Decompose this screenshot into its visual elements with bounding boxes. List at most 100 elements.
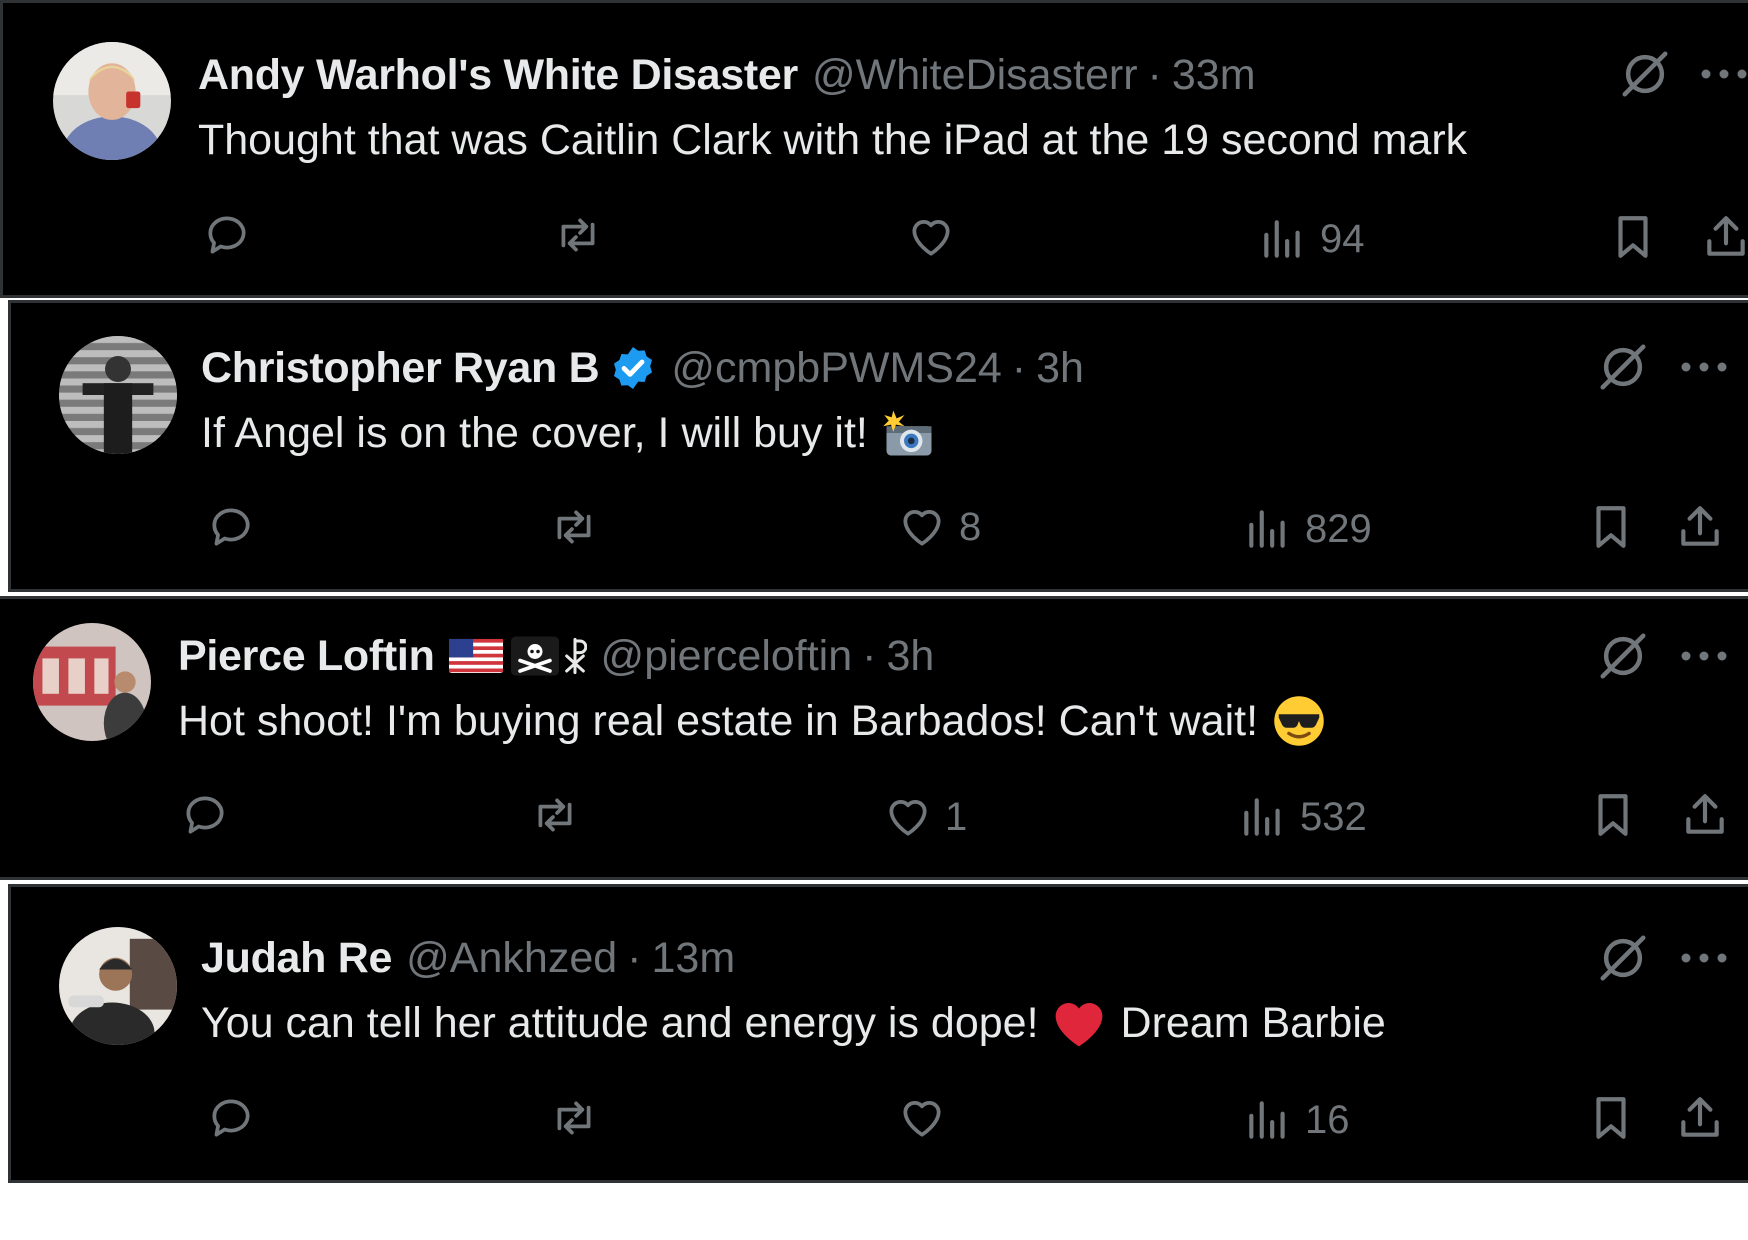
- retweet-button[interactable]: [549, 500, 611, 554]
- heart-outline-icon: [912, 220, 950, 256]
- like-button[interactable]: 8: [897, 500, 981, 554]
- heart-outline-icon: [889, 800, 927, 836]
- avatar[interactable]: [33, 623, 151, 741]
- speech-bubble-icon: [186, 796, 224, 834]
- retweet-button[interactable]: [549, 1091, 611, 1145]
- retweet-arrows-icon: [538, 798, 572, 832]
- verified-badge-icon[interactable]: [609, 344, 657, 392]
- reply-button[interactable]: [180, 788, 242, 842]
- separator-dot: ·: [1147, 51, 1162, 99]
- avatar[interactable]: [59, 336, 177, 454]
- retweet-button[interactable]: [553, 208, 615, 262]
- speech-bubble-icon: [212, 508, 250, 546]
- retweet-arrows-icon: [557, 1101, 591, 1135]
- avatar-photo: [59, 927, 177, 1045]
- avatar-photo: [53, 42, 171, 160]
- user-handle[interactable]: @cmpbPWMS24: [671, 341, 1001, 395]
- timestamp[interactable]: 3h: [886, 629, 934, 683]
- timestamp[interactable]: 33m: [1172, 48, 1256, 102]
- heart-outline-icon: [903, 510, 941, 546]
- tweet-header: Pierce Loftin @pierceloftin · 3h: [178, 629, 934, 683]
- tweet-header: Christopher Ryan B @cmpbPWMS24 · 3h: [201, 341, 1084, 395]
- separator-dot: ·: [862, 632, 877, 680]
- tweet-text: Thought that was Caitlin Clark with the …: [198, 113, 1467, 167]
- bar-chart-icon: [1249, 510, 1285, 548]
- avatar-photo: [33, 623, 151, 741]
- tweet-text-suffix: Dream Barbie: [1120, 999, 1386, 1047]
- retweet-button[interactable]: [530, 788, 592, 842]
- share-button[interactable]: [1675, 1091, 1725, 1145]
- bookmark-button[interactable]: [1586, 500, 1636, 554]
- bookmark-button[interactable]: [1586, 1091, 1636, 1145]
- more-dots-icon[interactable]: [1697, 47, 1748, 101]
- speech-bubble-icon: [208, 216, 246, 254]
- bookmark-icon: [1596, 1097, 1626, 1139]
- views-button[interactable]: 94: [1258, 212, 1365, 266]
- timestamp[interactable]: 3h: [1036, 341, 1084, 395]
- grok-icon[interactable]: [1596, 629, 1650, 683]
- avatar-photo: [59, 336, 177, 454]
- share-upload-icon: [1681, 1097, 1719, 1137]
- share-upload-icon: [1686, 794, 1724, 834]
- retweet-arrows-icon: [561, 218, 595, 252]
- tweet[interactable]: Pierce Loftin @pierceloftin · 3h Hot sho…: [0, 596, 1748, 880]
- chi-rho-icon: [564, 637, 587, 675]
- share-button[interactable]: [1675, 500, 1725, 554]
- more-dots-icon[interactable]: [1677, 340, 1731, 394]
- reply-button[interactable]: [206, 500, 268, 554]
- like-count: 1: [945, 794, 968, 839]
- views-button[interactable]: 532: [1238, 790, 1367, 844]
- camera-with-flash-icon: [882, 410, 932, 456]
- display-name[interactable]: Pierce Loftin: [178, 629, 435, 683]
- tweet-text-content: If Angel is on the cover, I will buy it!: [201, 409, 868, 457]
- grok-icon[interactable]: [1618, 47, 1672, 101]
- bar-chart-icon: [1244, 798, 1280, 836]
- user-handle[interactable]: @Ankhzed: [406, 931, 617, 985]
- heart-outline-icon: [903, 1101, 941, 1137]
- bookmark-icon: [1598, 794, 1628, 836]
- share-upload-icon: [1681, 506, 1719, 546]
- share-button[interactable]: [1680, 788, 1730, 842]
- tweet[interactable]: Christopher Ryan B @cmpbPWMS24 · 3h If A…: [8, 300, 1748, 592]
- view-count: 829: [1305, 506, 1372, 551]
- like-button[interactable]: [906, 210, 968, 264]
- timestamp[interactable]: 13m: [651, 931, 735, 985]
- reply-button[interactable]: [202, 208, 264, 262]
- share-upload-icon: [1707, 216, 1745, 256]
- display-name[interactable]: Andy Warhol's White Disaster: [198, 48, 798, 102]
- bar-chart-icon: [1264, 220, 1300, 258]
- bookmark-icon: [1618, 216, 1648, 258]
- tweet[interactable]: Andy Warhol's White Disaster @WhiteDisas…: [0, 0, 1748, 298]
- user-handle[interactable]: @pierceloftin: [601, 629, 853, 683]
- tweet[interactable]: Judah Re @Ankhzed · 13m You can tell her…: [8, 884, 1748, 1183]
- grok-icon[interactable]: [1596, 931, 1650, 985]
- bar-chart-icon: [1249, 1101, 1285, 1139]
- sunglasses-face-icon: [1274, 696, 1324, 746]
- tweet-text: If Angel is on the cover, I will buy it!: [201, 406, 936, 460]
- views-button[interactable]: 16: [1243, 1093, 1350, 1147]
- like-count: 8: [959, 504, 982, 549]
- bookmark-button[interactable]: [1608, 210, 1658, 264]
- display-name[interactable]: Christopher Ryan B: [201, 341, 600, 395]
- views-button[interactable]: 829: [1243, 502, 1372, 556]
- avatar[interactable]: [59, 927, 177, 1045]
- bookmark-button[interactable]: [1588, 788, 1638, 842]
- tweet-feed: Andy Warhol's White Disaster @WhiteDisas…: [0, 0, 1748, 1183]
- share-button[interactable]: [1701, 210, 1748, 264]
- tweet-header: Judah Re @Ankhzed · 13m: [201, 931, 735, 985]
- pirate-flag-icon: [510, 636, 559, 676]
- like-button[interactable]: [897, 1091, 959, 1145]
- avatar[interactable]: [53, 42, 171, 160]
- reply-button[interactable]: [206, 1091, 268, 1145]
- user-handle[interactable]: @WhiteDisasterr: [812, 48, 1138, 102]
- like-button[interactable]: 1: [883, 790, 967, 844]
- display-name[interactable]: Judah Re: [201, 931, 392, 985]
- more-dots-icon[interactable]: [1677, 629, 1731, 683]
- grok-icon[interactable]: [1596, 340, 1650, 394]
- retweet-arrows-icon: [557, 510, 591, 544]
- tweet-text: Hot shoot! I'm buying real estate in Bar…: [178, 694, 1326, 748]
- tweet-text-content: Thought that was Caitlin Clark with the …: [198, 116, 1468, 164]
- more-dots-icon[interactable]: [1677, 931, 1731, 985]
- view-count: 94: [1320, 216, 1365, 261]
- tweet-header: Andy Warhol's White Disaster @WhiteDisas…: [198, 48, 1256, 102]
